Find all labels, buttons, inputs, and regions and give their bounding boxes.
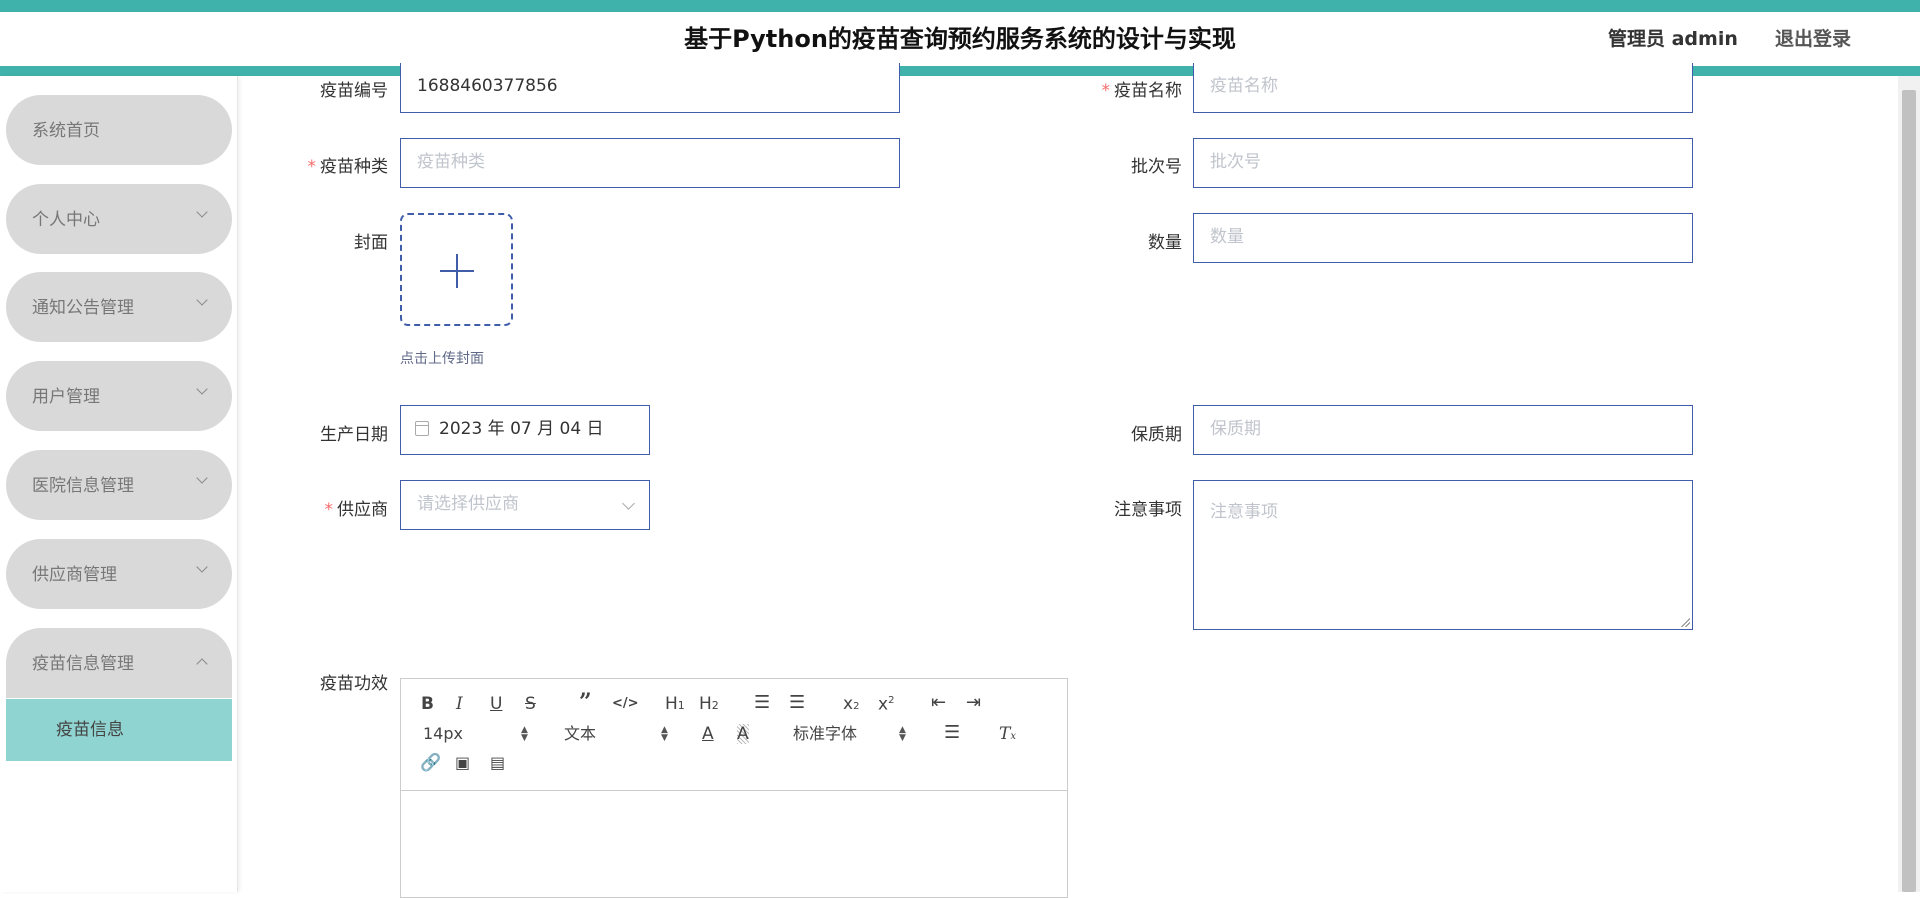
- sidebar-item-label: 供应商管理: [32, 565, 117, 585]
- vaccine-type-input[interactable]: 疫苗种类: [400, 138, 900, 188]
- blockquote-icon[interactable]: ”: [579, 691, 592, 713]
- sidebar-item-label: 系统首页: [32, 121, 100, 141]
- block-format-select[interactable]: 文本 ▲ ▼: [564, 724, 674, 744]
- notes-textarea[interactable]: 注意事项: [1193, 480, 1693, 630]
- chevron-down-icon: [196, 561, 208, 573]
- sidebar-item-label: 疫苗信息管理: [32, 654, 134, 674]
- sidebar-item-personal-center[interactable]: 个人中心: [6, 184, 232, 254]
- h1-icon[interactable]: H1: [665, 694, 685, 716]
- required-asterisk: *: [324, 500, 334, 520]
- plus-icon-vertical: [456, 254, 458, 288]
- cover-label: 封面: [354, 233, 388, 253]
- chevron-down-icon: [196, 294, 208, 306]
- underline-icon[interactable]: U: [490, 694, 502, 714]
- chevron-down-icon: [196, 472, 208, 484]
- sidebar-item-label: 用户管理: [32, 387, 100, 407]
- chevron-down-icon: [196, 383, 208, 395]
- shelf-life-label: 保质期: [1131, 425, 1182, 445]
- sidebar-subitem-label: 疫苗信息: [56, 720, 124, 740]
- italic-icon[interactable]: I: [456, 694, 463, 714]
- indent-icon[interactable]: ⇥: [966, 693, 981, 713]
- sidebar-item-user-management[interactable]: 用户管理: [6, 361, 232, 431]
- bold-icon[interactable]: B: [421, 694, 434, 714]
- notes-label: 注意事项: [1114, 500, 1182, 520]
- sidebar-item-supplier-management[interactable]: 供应商管理: [6, 539, 232, 609]
- resize-handle-icon[interactable]: [1680, 617, 1690, 627]
- sidebar-item-label: 个人中心: [32, 210, 100, 230]
- chevron-down-icon: [196, 206, 208, 218]
- production-date-picker[interactable]: 2023 年 07 月 04 日: [400, 405, 650, 455]
- superscript-icon[interactable]: x2: [878, 691, 894, 715]
- logout-button[interactable]: 退出登录: [1775, 12, 1851, 66]
- quantity-label: 数量: [1148, 233, 1182, 253]
- batch-no-label: 批次号: [1131, 157, 1182, 177]
- bullet-list-icon[interactable]: ☰: [789, 693, 805, 713]
- vaccine-code-label: 疫苗编号: [320, 81, 388, 101]
- admin-user-label: 管理员 admin: [1608, 28, 1738, 50]
- sidebar-item-notice-management[interactable]: 通知公告管理: [6, 272, 232, 342]
- vaccine-name-label: * 疫苗名称: [1101, 81, 1183, 101]
- vaccine-code-input[interactable]: 1688460377856: [400, 63, 900, 113]
- video-icon[interactable]: ▤: [490, 753, 505, 773]
- vaccine-name-input[interactable]: 疫苗名称: [1193, 63, 1693, 113]
- shelf-life-input[interactable]: 保质期: [1193, 405, 1693, 455]
- page-scrollbar-thumb[interactable]: [1902, 90, 1916, 892]
- strike-icon[interactable]: S: [525, 694, 536, 714]
- sidebar-item-hospital-management[interactable]: 医院信息管理: [6, 450, 232, 520]
- calendar-icon: [415, 421, 429, 436]
- image-icon[interactable]: ▣: [455, 753, 470, 773]
- font-size-select[interactable]: 14px ▲ ▼: [423, 724, 533, 744]
- subscript-icon[interactable]: x2: [843, 694, 859, 717]
- sidebar-subitem-vaccine-info[interactable]: 疫苗信息: [6, 699, 232, 761]
- editor-content-area[interactable]: [401, 791, 1067, 897]
- vaccine-type-label: * 疫苗种类: [307, 157, 389, 177]
- font-family-select[interactable]: 标准字体 ▲ ▼: [793, 724, 913, 744]
- outdent-icon[interactable]: ⇤: [931, 693, 946, 713]
- ordered-list-icon[interactable]: ☰: [754, 693, 770, 713]
- required-asterisk: *: [1101, 81, 1111, 101]
- editor-toolbar: B I U S ” </> H1 H2 ☰ ☰ x2 x2 ⇤ ⇥ 14px ▲…: [401, 679, 1067, 791]
- required-asterisk: *: [307, 157, 317, 177]
- align-icon[interactable]: ☰: [944, 723, 960, 743]
- sidebar-item-home[interactable]: 系统首页: [6, 95, 232, 165]
- link-icon[interactable]: 🔗: [420, 753, 441, 773]
- sidebar-item-vaccine-management[interactable]: 疫苗信息管理: [6, 628, 232, 698]
- chevron-up-icon: [196, 658, 208, 670]
- quantity-input[interactable]: 数量: [1193, 213, 1693, 263]
- efficacy-label: 疫苗功效: [320, 674, 388, 694]
- background-color-icon[interactable]: A: [737, 724, 749, 744]
- code-block-icon[interactable]: </>: [612, 694, 639, 714]
- chevron-down-icon: [622, 497, 635, 510]
- production-date-label: 生产日期: [320, 425, 388, 445]
- supplier-label: * 供应商: [324, 500, 389, 520]
- sidebar-item-label: 医院信息管理: [32, 476, 134, 496]
- rich-text-editor[interactable]: B I U S ” </> H1 H2 ☰ ☰ x2 x2 ⇤ ⇥ 14px ▲…: [400, 678, 1068, 898]
- clear-format-icon[interactable]: Tx: [999, 724, 1016, 747]
- font-color-icon[interactable]: A: [702, 724, 714, 744]
- sidebar-item-label: 通知公告管理: [32, 298, 134, 318]
- cover-upload-button[interactable]: [400, 213, 513, 326]
- batch-no-input[interactable]: 批次号: [1193, 138, 1693, 188]
- cover-upload-hint: 点击上传封面: [400, 351, 484, 367]
- header-top-strip: [0, 0, 1920, 12]
- h2-icon[interactable]: H2: [699, 694, 719, 716]
- supplier-select[interactable]: 请选择供应商: [400, 480, 650, 530]
